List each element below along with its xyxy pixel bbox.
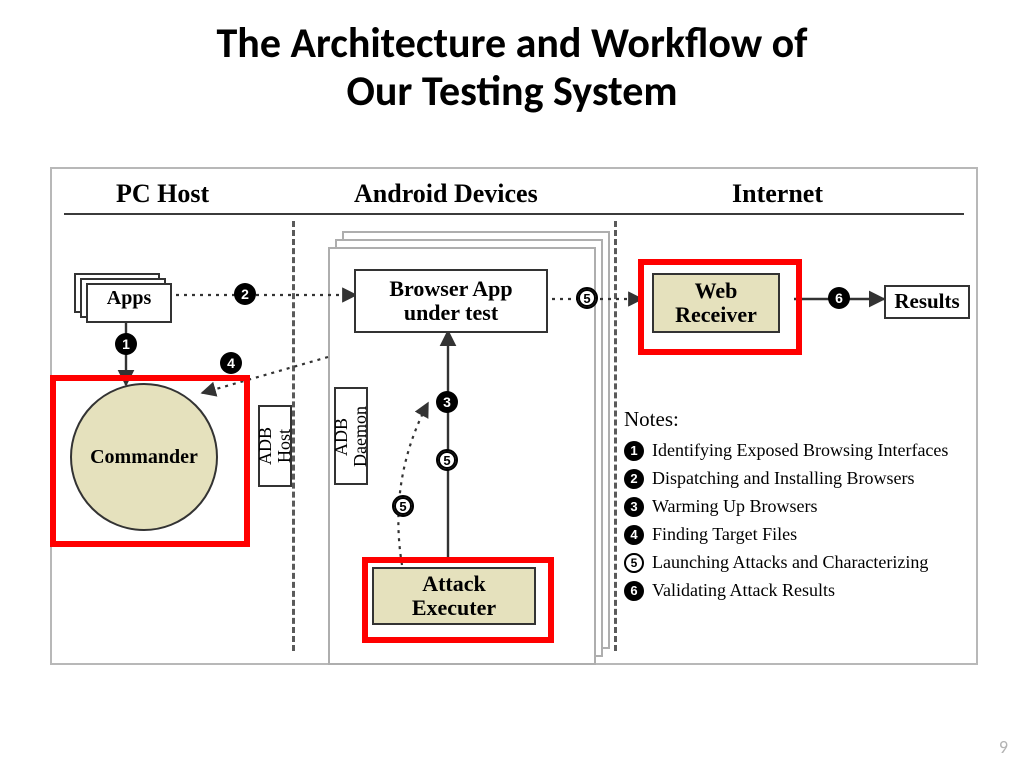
badge-step-1: 1 [115,333,137,355]
title-line-1: The Architecture and Workflow of [217,18,808,69]
note-5: 5Launching Attacks and Characterizing [624,552,964,573]
browser-app-under-test: Browser App under test [354,269,548,333]
separator-android-internet [614,221,617,651]
note-4: 4Finding Target Files [624,524,964,545]
region-android-devices: Android Devices [354,179,538,209]
adb-host: ADB Host [258,405,292,487]
badge-step-3: 3 [436,391,458,413]
results-label: Results [894,290,959,313]
web-receiver-label: Web Receiver [675,279,757,327]
commander: Commander [70,383,218,531]
adb-host-label: ADB Host [256,427,294,465]
badge-step-4: 4 [220,352,242,374]
adb-daemon: ADB Daemon [334,387,368,485]
badge-step-6: 6 [828,287,850,309]
commander-label: Commander [90,446,198,469]
results: Results [884,285,970,319]
notes-heading: Notes: [624,407,964,432]
notes-section: Notes: 1Identifying Exposed Browsing Int… [624,407,964,608]
apps-label: Apps [88,287,170,310]
region-pc-host: PC Host [116,179,209,209]
attack-label: Attack Executer [412,572,496,620]
badge-step-2: 2 [234,283,256,305]
badge-step-5c: 5 [576,287,598,309]
badge-step-5b: 5 [392,495,414,517]
apps-icon: Apps [74,273,172,325]
note-6: 6Validating Attack Results [624,580,964,601]
architecture-diagram: PC Host Android Devices Internet [50,167,978,665]
region-underline [64,213,964,215]
badge-step-5a: 5 [436,449,458,471]
region-internet: Internet [732,179,823,209]
note-3: 3Warming Up Browsers [624,496,964,517]
browser-label: Browser App under test [389,277,512,325]
title-line-2: Our Testing System [346,66,677,117]
adb-daemon-label: ADB Daemon [332,406,370,467]
slide-title: The Architecture and Workflow of Our Tes… [0,20,1024,117]
web-receiver: Web Receiver [652,273,780,333]
note-1: 1Identifying Exposed Browsing Interfaces [624,440,964,461]
attack-executer: Attack Executer [372,567,536,625]
slide: The Architecture and Workflow of Our Tes… [0,0,1024,768]
page-number: 9 [999,736,1008,758]
note-2: 2Dispatching and Installing Browsers [624,468,964,489]
